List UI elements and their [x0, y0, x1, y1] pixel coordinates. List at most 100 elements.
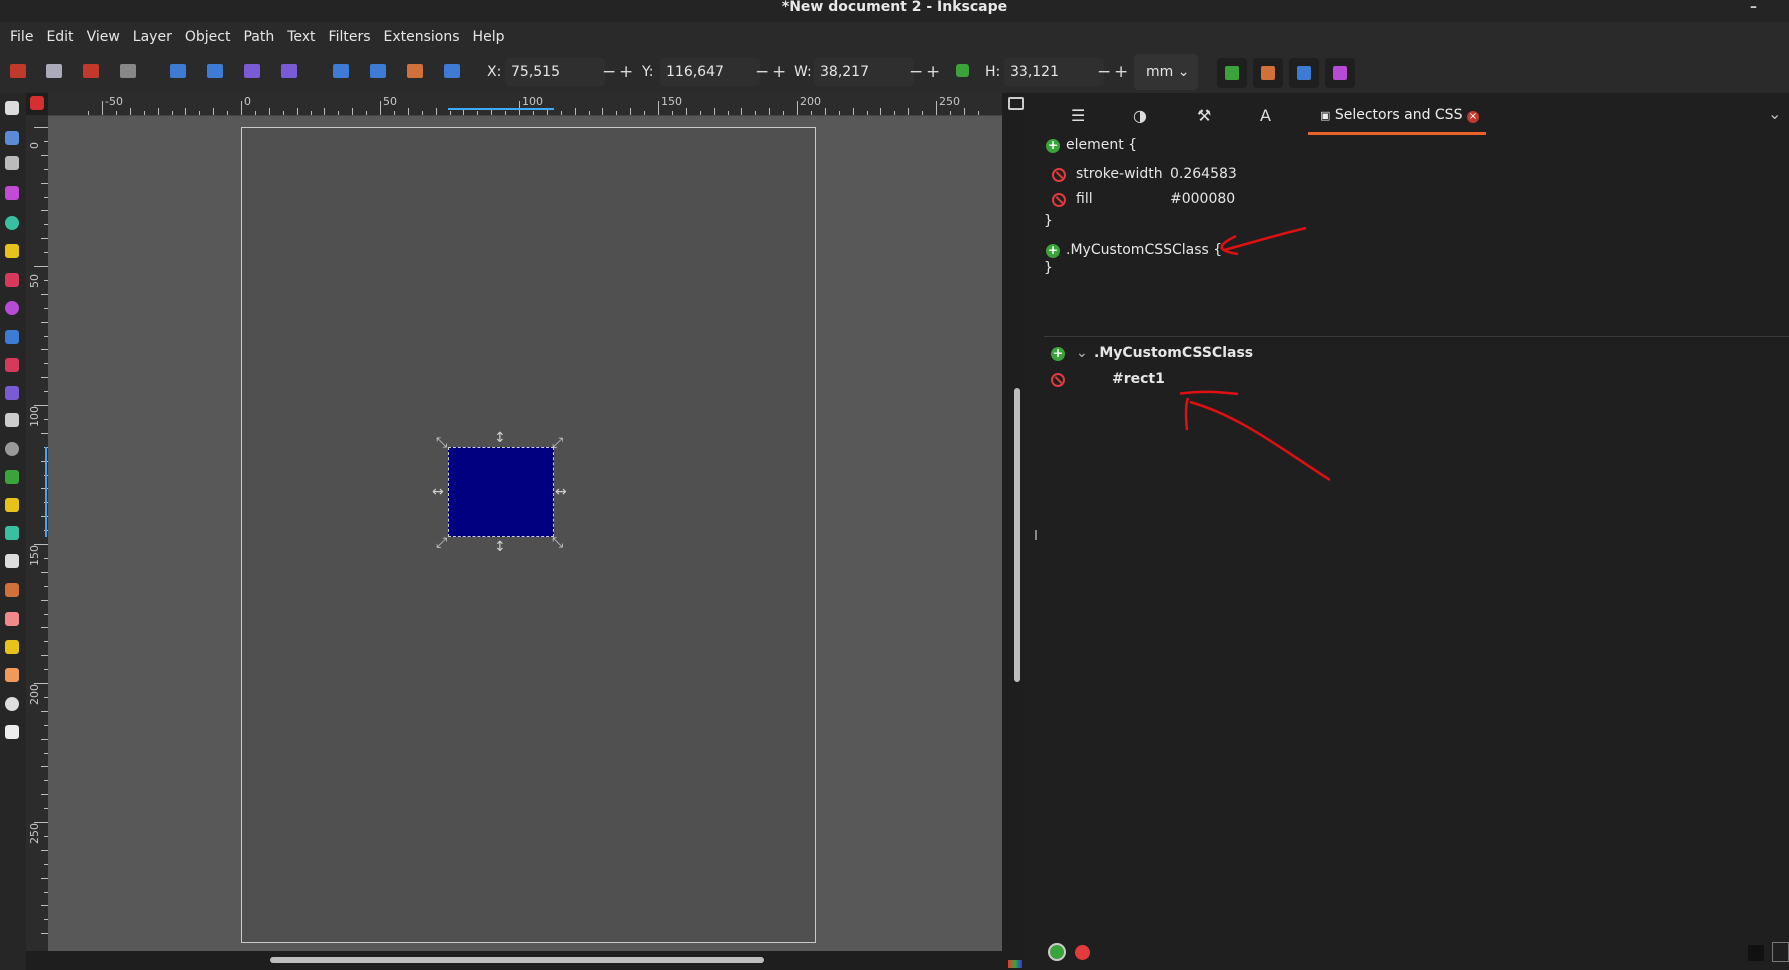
- h-increment-button[interactable]: +: [1114, 58, 1128, 86]
- scale-handle-sw[interactable]: ⤢: [436, 536, 447, 550]
- menu-layer[interactable]: Layer: [127, 29, 179, 45]
- menu-file[interactable]: File: [4, 29, 40, 45]
- select-all-icon[interactable]: [10, 64, 26, 78]
- scale-handle-e[interactable]: ↔: [555, 485, 567, 499]
- calligraphy-tool-icon[interactable]: [5, 386, 19, 400]
- delete-property-icon[interactable]: [1052, 168, 1066, 182]
- tree-child-rect1[interactable]: #rect1: [1112, 371, 1165, 387]
- tab-text-font-icon[interactable]: A: [1260, 106, 1271, 125]
- 3d-box-tool-icon[interactable]: [5, 273, 19, 287]
- menu-edit[interactable]: Edit: [40, 29, 80, 45]
- w-decrement-button[interactable]: −: [909, 58, 923, 86]
- select-all-layers-icon[interactable]: [46, 64, 62, 78]
- menu-filters[interactable]: Filters: [323, 29, 378, 45]
- w-field[interactable]: 38,217: [814, 58, 914, 86]
- y-increment-button[interactable]: +: [772, 58, 786, 86]
- node-tool-icon[interactable]: [5, 131, 19, 145]
- panel-divider[interactable]: [1044, 336, 1789, 337]
- horizontal-scrollbar[interactable]: [270, 957, 764, 963]
- connector-tool-icon[interactable]: [5, 583, 19, 597]
- spray-settings-icon[interactable]: [5, 725, 19, 739]
- x-decrement-button[interactable]: −: [602, 58, 616, 86]
- minimize-button[interactable]: –: [1750, 0, 1757, 14]
- units-select[interactable]: mm ⌄: [1134, 54, 1198, 90]
- selected-rectangle[interactable]: [448, 447, 554, 537]
- gradient-tool-icon[interactable]: [5, 498, 19, 512]
- flip-horizontal-icon[interactable]: [244, 64, 260, 78]
- tab-layers-icon[interactable]: ☰: [1071, 106, 1085, 125]
- ellipse-tool-icon[interactable]: [5, 216, 19, 230]
- horizontal-layout-icon[interactable]: [1748, 945, 1764, 961]
- delete-property-icon[interactable]: [1052, 193, 1066, 207]
- flip-vertical-icon[interactable]: [281, 64, 297, 78]
- property-value-stroke-width[interactable]: 0.264583: [1170, 166, 1237, 182]
- menu-object[interactable]: Object: [179, 29, 238, 45]
- h-decrement-button[interactable]: −: [1097, 58, 1111, 86]
- scale-handle-nw[interactable]: ⤡: [436, 436, 447, 450]
- rotate-cw-icon[interactable]: [207, 64, 223, 78]
- property-name-fill[interactable]: fill: [1076, 191, 1093, 207]
- lower-icon[interactable]: [407, 64, 423, 78]
- measure-tool-icon[interactable]: [5, 640, 19, 654]
- x-field[interactable]: 75,515: [505, 58, 605, 86]
- zoom-tool-icon[interactable]: [5, 697, 19, 711]
- move-patterns-icon[interactable]: [1325, 58, 1355, 88]
- w-increment-button[interactable]: +: [926, 58, 940, 86]
- property-name-stroke-width[interactable]: stroke-width: [1076, 166, 1163, 182]
- scale-handle-n[interactable]: ↕: [494, 431, 506, 445]
- h-field[interactable]: 33,121: [1004, 58, 1104, 86]
- lock-guides-icon[interactable]: [30, 96, 44, 110]
- menu-help[interactable]: Help: [467, 29, 512, 45]
- scale-handle-w[interactable]: ↔: [432, 485, 444, 499]
- spiral-tool-icon[interactable]: [5, 301, 19, 315]
- y-field[interactable]: 116,647: [660, 58, 760, 86]
- eraser-tool-icon[interactable]: [5, 612, 19, 626]
- selector-tool-icon[interactable]: [5, 101, 19, 115]
- color-manage-icon[interactable]: [1008, 960, 1022, 968]
- tab-selectors-and-css[interactable]: ▣ Selectors and CSS ×: [1308, 99, 1486, 135]
- dropper-tool-icon[interactable]: [5, 554, 19, 568]
- tab-xml-editor-icon[interactable]: ⚒: [1197, 106, 1211, 125]
- move-gradients-icon[interactable]: [1289, 58, 1319, 88]
- vertical-scrollbar[interactable]: [1014, 388, 1020, 682]
- dock-resize-handle[interactable]: [1035, 530, 1037, 540]
- menu-text[interactable]: Text: [281, 29, 322, 45]
- pages-tool-icon[interactable]: [5, 668, 19, 682]
- menu-extensions[interactable]: Extensions: [378, 29, 467, 45]
- add-selector-button[interactable]: [1048, 943, 1066, 961]
- deselect-icon[interactable]: [83, 64, 99, 78]
- chevron-down-icon[interactable]: ⌄: [1076, 345, 1088, 361]
- scale-handle-ne[interactable]: ⤢: [552, 436, 563, 450]
- menu-path[interactable]: Path: [237, 29, 281, 45]
- rotate-ccw-icon[interactable]: [170, 64, 186, 78]
- x-increment-button[interactable]: +: [619, 58, 633, 86]
- scale-handle-se[interactable]: ⤡: [552, 536, 563, 550]
- property-value-fill[interactable]: #000080: [1170, 191, 1235, 207]
- scale-handle-s[interactable]: ↕: [494, 540, 506, 554]
- chevron-down-icon[interactable]: ⌄: [1768, 104, 1781, 123]
- rect-tool-icon[interactable]: [5, 186, 19, 200]
- tweak-tool-icon[interactable]: [5, 156, 19, 170]
- add-to-selector-icon[interactable]: +: [1051, 347, 1065, 361]
- shape-builder-tool-icon[interactable]: [5, 470, 19, 484]
- add-property-icon[interactable]: +: [1046, 139, 1060, 153]
- star-tool-icon[interactable]: [5, 244, 19, 258]
- close-tab-icon[interactable]: ×: [1466, 111, 1479, 123]
- raise-icon[interactable]: [370, 64, 386, 78]
- lock-ratio-icon[interactable]: [956, 64, 969, 77]
- scale-corners-icon[interactable]: [1253, 58, 1283, 88]
- text-tool-icon[interactable]: [5, 413, 19, 427]
- lower-to-bottom-icon[interactable]: [444, 64, 460, 78]
- raise-to-top-icon[interactable]: [333, 64, 349, 78]
- pen-tool-icon[interactable]: [5, 330, 19, 344]
- paint-bucket-tool-icon[interactable]: [5, 526, 19, 540]
- tab-fill-stroke-icon[interactable]: ◑: [1133, 106, 1147, 125]
- spray-tool-icon[interactable]: [5, 442, 19, 456]
- scale-stroke-icon[interactable]: [1217, 58, 1247, 88]
- pencil-tool-icon[interactable]: [5, 358, 19, 372]
- menu-view[interactable]: View: [81, 29, 127, 45]
- remove-from-selector-icon[interactable]: [1051, 373, 1065, 387]
- display-mode-icon[interactable]: [1008, 97, 1024, 110]
- add-property-icon[interactable]: +: [1046, 244, 1060, 258]
- y-decrement-button[interactable]: −: [755, 58, 769, 86]
